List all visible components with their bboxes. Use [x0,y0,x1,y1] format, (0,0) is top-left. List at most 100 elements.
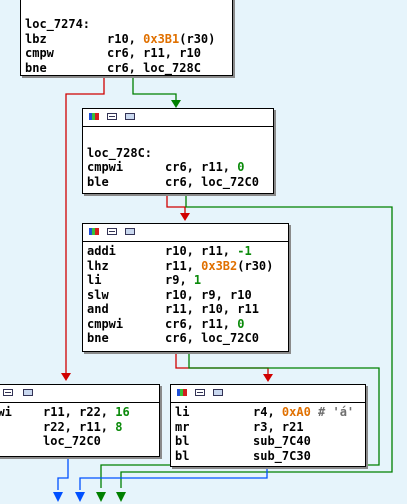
view-icon[interactable] [213,389,223,396]
instruction-line[interactable]: and r11, r10, r11 [87,302,286,317]
edge-uncond-right [79,466,268,490]
instruction-line[interactable] [87,131,271,146]
instruction-line[interactable]: lhz r11, 0x3B2(r30) [87,259,286,274]
operands: r3, r21 [253,419,304,434]
mnemonic: lhz [87,258,109,273]
mnemonic: bl [175,448,190,463]
immediate-value: 0x3B1 [143,31,180,46]
instruction-line[interactable]: ble cr6, loc_72C0 [87,175,271,190]
mnemonic: addi [87,244,116,258]
constant-value: 16 [115,405,130,419]
mnemonic: rlwi [0,405,12,419]
node-call-block[interactable]: li r4, 0xA0 # 'á' mr r3, r21 bl sub_7C40 bl sub… [170,384,366,467]
operand-suffix: (r30) [179,31,216,46]
view-icon[interactable] [23,389,33,396]
instruction-line[interactable]: lbz r10, 0x3B1(r30) [25,32,230,47]
instruction-line[interactable]: li r4, 0xA0 # 'á' [175,405,363,420]
list-icon[interactable] [107,228,117,235]
mnemonic: loc_7274: [25,17,91,31]
operands: r10, 0x3B1(r30) [107,31,216,46]
comment: # 'á' [310,405,355,419]
graph-icon[interactable] [89,113,99,120]
edge-uncond-left [57,456,69,490]
instruction-line[interactable]: bne cr6, loc_728C [25,61,230,76]
operands: r10, r9, r10 [165,287,252,302]
node-loc-7274[interactable]: loc_7274: lbz r10, 0x3B1(r30) cmpw cr6, r11,… [20,0,233,76]
instruction-line[interactable]: li r9, 1 [87,273,286,288]
operands: cr6, loc_72C0 [165,331,259,345]
operands: r11, r22, 16 [43,405,130,419]
edge-false-right [175,351,269,377]
instruction-line[interactable]: bne cr6, loc_72C0 [87,331,286,346]
instruction-line[interactable]: cmpwi cr6, r11, 0 [87,317,286,332]
mnemonic: cmpwi [87,316,124,331]
graph-icon[interactable] [177,389,187,396]
arrowhead [75,492,85,502]
arrowhead [53,492,63,502]
list-icon[interactable] [195,389,205,396]
instruction-line[interactable]: mr r3, r21 [175,420,363,435]
operands: cr6, r11, 0 [165,316,245,331]
arrowhead [96,492,106,502]
mnemonic: ble [87,174,109,189]
constant-value: 0 [237,316,245,331]
arrowhead [263,374,273,382]
node-header [0,385,159,403]
instruction-line[interactable]: bl sub_7C40 [175,434,363,449]
operands: sub_7C40 [253,434,311,448]
instruction-line[interactable]: loc_728C: [87,146,271,161]
edge-false-mid [166,193,186,216]
instruction-line[interactable]: ir22, r11, 8 [0,420,157,435]
mnemonic: lbz [25,31,47,46]
node-header [171,385,365,403]
instruction-line[interactable]: addi r10, r11, -1 [87,244,286,259]
instruction-line[interactable]: bl sub_7C30 [175,449,363,464]
operands: r4, 0xA0 # 'á' [253,405,355,419]
view-icon[interactable] [125,228,135,235]
operands: r10, r11, -1 [165,244,252,258]
constant-value: 0 [237,160,245,174]
operands: sub_7C30 [253,448,311,463]
immediate-value: 0xA0 [281,405,311,419]
operands: cr6, loc_728C [107,60,201,75]
operands: r9, 1 [165,273,202,287]
operands: cr6, r11, r10 [107,46,201,60]
instruction-line[interactable]: loc_7274: [25,17,230,32]
constant-value: 8 [115,419,123,434]
arrowhead [116,492,126,502]
instruction-line[interactable]: rlwi r11, r22, 16 [0,405,157,420]
operands: r22, r11, 8 [43,419,123,434]
mnemonic: slw [87,287,109,302]
view-icon[interactable] [125,113,135,120]
node-loc-728C[interactable]: loc_728C: cmpwi cr6, r11, 0 ble cr6, loc_72C… [82,108,274,194]
instruction-line[interactable]: cmpwi cr6, r11, 0 [87,160,271,175]
operands: r11, 0x3B2(r30) [165,258,274,273]
graph-icon[interactable] [89,228,99,235]
node-left-shift[interactable]: rlwi r11, r22, 16ir22, r11, 8loc_72C0 [0,384,160,457]
mnemonic: cmpw [25,46,54,60]
instruction-line[interactable]: cmpw cr6, r11, r10 [25,46,230,61]
mnemonic: cmpwi [87,160,124,174]
list-icon[interactable] [107,113,117,120]
mnemonic: li [87,273,102,287]
mnemonic: li [175,405,190,419]
node-bit-test[interactable]: addi r10, r11, -1 lhz r11, 0x3B2(r30) li r9, … [82,223,289,352]
operands: loc_72C0 [43,434,101,448]
constant-value: -1 [237,244,252,258]
node-header [83,109,273,127]
instruction-line[interactable]: slw r10, r9, r10 [87,288,286,303]
mnemonic: and [87,302,109,316]
mnemonic: loc_728C: [87,145,153,160]
instruction-line[interactable]: loc_72C0 [0,434,157,449]
arrowhead [171,100,181,108]
mnemonic: bne [25,60,47,75]
edge-true-728C [132,78,177,106]
mnemonic: bl [175,434,190,448]
immediate-value: 0x3B2 [201,258,238,273]
constant-value: 1 [193,273,202,287]
operand-suffix: (r30) [237,258,274,273]
node-header [83,224,288,242]
mnemonic: mr [175,419,190,434]
operands: cr6, r11, 0 [165,160,245,174]
list-icon[interactable] [3,389,13,396]
